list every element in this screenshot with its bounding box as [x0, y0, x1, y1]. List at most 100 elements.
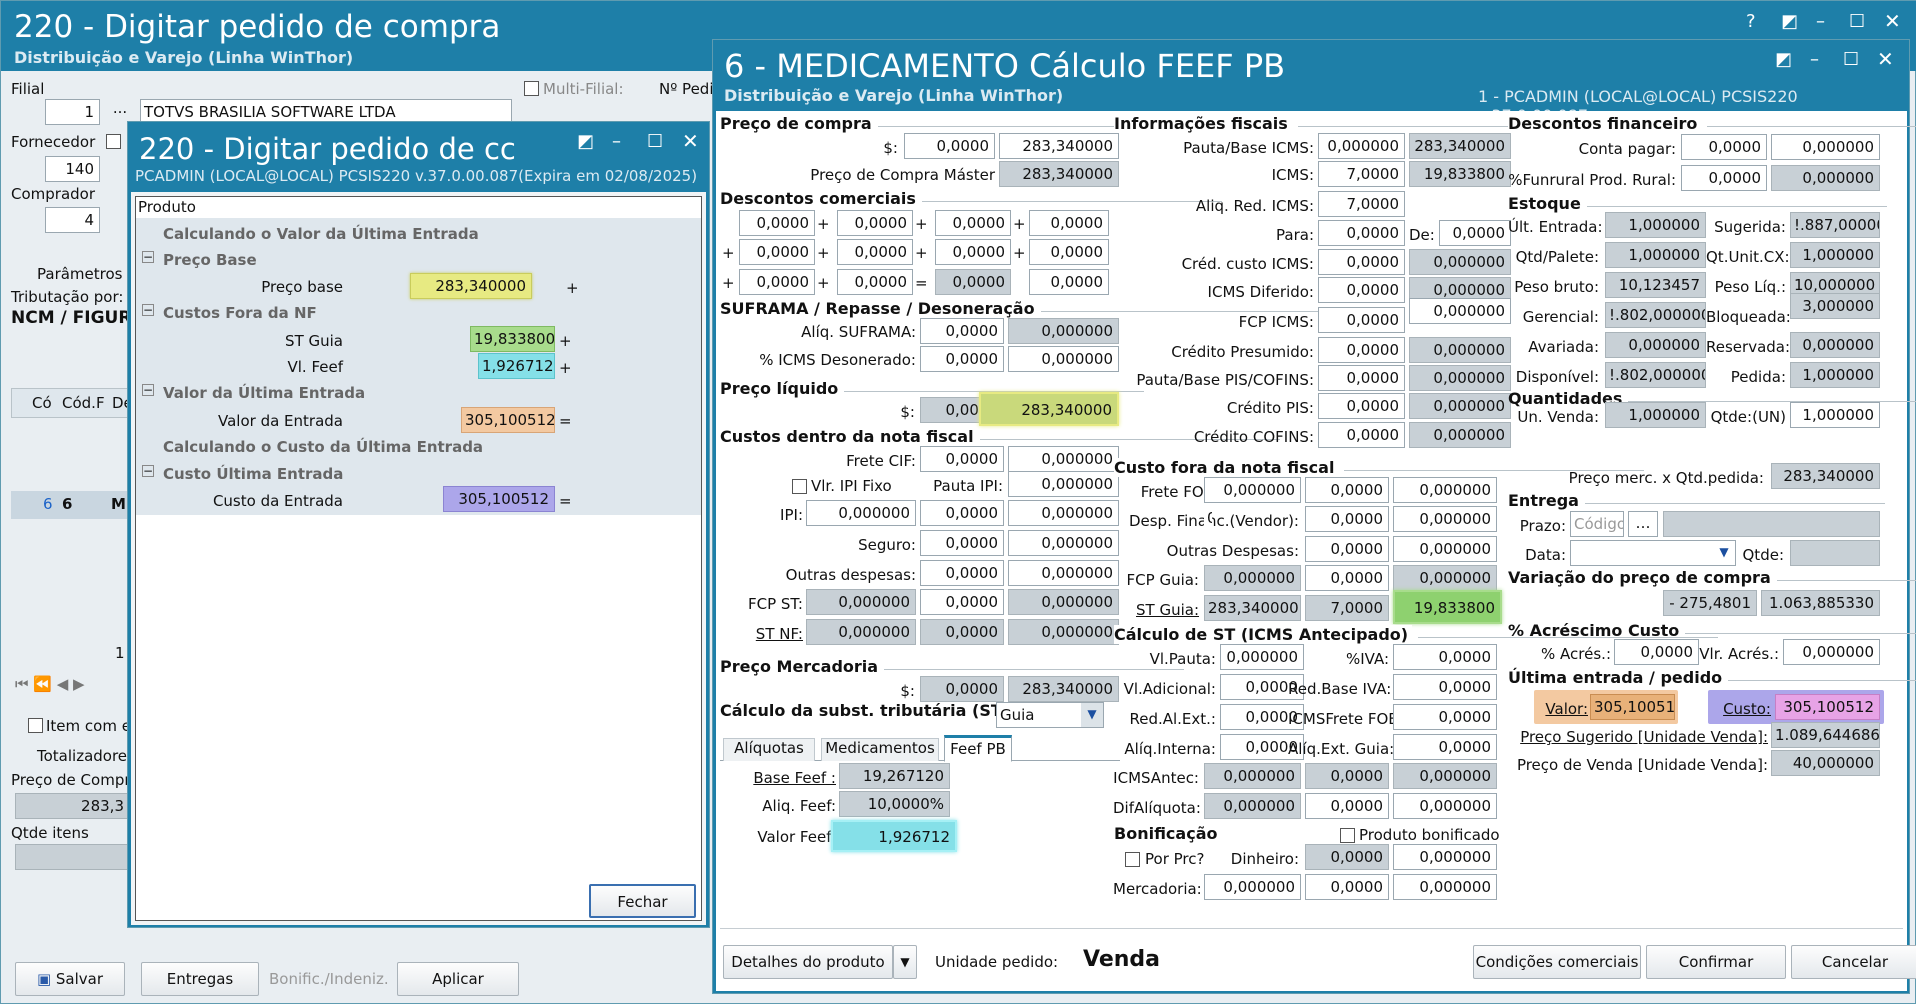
fornecedor-checkbox[interactable]: [106, 134, 121, 149]
red-base-iva-value[interactable]: 0,0000: [1393, 674, 1497, 700]
aliq-ext-guia-value[interactable]: 0,0000: [1393, 734, 1497, 760]
pauta-ipi-value[interactable]: 0,000000: [1008, 471, 1119, 497]
detalhes-dropdown-button[interactable]: ▼: [893, 945, 917, 979]
conta-pagar-2[interactable]: 0,000000: [1771, 134, 1880, 160]
icms-frete-fob-value[interactable]: 0,0000: [1393, 704, 1497, 730]
vlr-acres-value[interactable]: 0,000000: [1783, 639, 1880, 665]
help-icon[interactable]: ?: [1746, 11, 1756, 32]
mercadoria-1[interactable]: 0,000000: [1204, 874, 1301, 900]
collapse-icon[interactable]: −: [142, 251, 154, 263]
frete-fob-2[interactable]: 0,0000: [1305, 477, 1389, 503]
comprador-code[interactable]: 4: [45, 207, 100, 233]
chevron-down-icon[interactable]: ▼: [1081, 703, 1103, 727]
seguro-1[interactable]: 0,0000: [920, 530, 1004, 556]
popup-minimize-icon[interactable]: –: [612, 131, 621, 152]
fcp-guia-2[interactable]: 0,0000: [1305, 565, 1389, 591]
desc-2-2[interactable]: 0,0000: [837, 239, 913, 265]
ultima-custo-label[interactable]: Custo:: [1713, 700, 1771, 718]
cancelar-button[interactable]: Cancelar: [1791, 945, 1916, 979]
dialog-minimize-icon[interactable]: –: [1810, 49, 1819, 70]
st-nf-label[interactable]: ST NF:: [733, 625, 803, 643]
aplicar-button[interactable]: Aplicar: [397, 962, 519, 996]
multi-filial-checkbox[interactable]: [524, 81, 539, 96]
prazo-search-button[interactable]: …: [1628, 511, 1658, 537]
vl-pauta-value[interactable]: 0,000000: [1220, 644, 1304, 670]
desc-3-2[interactable]: 0,0000: [837, 269, 913, 295]
bonific-button[interactable]: Bonific./Indeniz.: [269, 970, 389, 988]
popup-maximize-icon[interactable]: ☐: [647, 131, 663, 152]
desp-financ-2[interactable]: 0,0000: [1305, 506, 1389, 532]
tab-medicamentos[interactable]: Medicamentos: [821, 738, 939, 761]
icms-1[interactable]: 7,0000: [1318, 161, 1405, 187]
confirmar-button[interactable]: Confirmar: [1646, 945, 1786, 979]
st-guia-label[interactable]: ST Guia:: [1113, 601, 1199, 619]
desc-2-1[interactable]: 0,0000: [739, 239, 815, 265]
dialog-close-icon[interactable]: ✕: [1877, 47, 1894, 71]
aliq-red-icms-value[interactable]: 7,0000: [1318, 191, 1405, 217]
tab-parametros[interactable]: Parâmetros: [37, 265, 122, 283]
outras-despesas-fora-2[interactable]: 0,000000: [1393, 536, 1497, 562]
desp-financ-3[interactable]: 0,000000: [1393, 506, 1497, 532]
condicoes-comerciais-button[interactable]: Condições comerciais: [1473, 945, 1641, 979]
popup-edit-icon[interactable]: ◩: [577, 131, 594, 152]
item-com-checkbox[interactable]: [28, 718, 43, 733]
conta-pagar-1[interactable]: 0,0000: [1681, 134, 1767, 160]
funrural-1[interactable]: 0,0000: [1681, 165, 1767, 191]
fornecedor-code[interactable]: 140: [45, 156, 100, 182]
frete-fob-1[interactable]: 0,000000: [1204, 477, 1301, 503]
de-value[interactable]: 0,0000: [1439, 220, 1511, 246]
entregas-button[interactable]: Entregas: [141, 962, 259, 996]
pager-controls[interactable]: ⏮ ⏪ ◀ ▶: [15, 675, 85, 693]
outras-despesas-2[interactable]: 0,000000: [1008, 560, 1119, 586]
mercadoria-3[interactable]: 0,000000: [1393, 874, 1497, 900]
frete-cif-1[interactable]: 0,0000: [920, 446, 1004, 472]
para-value[interactable]: 0,0000: [1318, 220, 1405, 246]
frete-cif-2[interactable]: 0,000000: [1008, 446, 1119, 472]
cred-presumido-1[interactable]: 0,0000: [1318, 337, 1405, 363]
dialog-maximize-icon[interactable]: ☐: [1843, 49, 1859, 70]
desc-1-1[interactable]: 0,0000: [739, 210, 815, 236]
tab-totalizadores[interactable]: Totalizadore: [37, 747, 127, 765]
tab-feef-pb[interactable]: Feef PB: [944, 735, 1012, 762]
base-feef-label[interactable]: Base Feef :: [733, 769, 836, 787]
desc-2-4[interactable]: 0,0000: [1029, 239, 1109, 265]
fcp-st-2[interactable]: 0,0000: [920, 589, 1004, 615]
difaliquota-3[interactable]: 0,000000: [1393, 793, 1497, 819]
ipi-1[interactable]: 0,000000: [806, 500, 916, 526]
collapse-icon[interactable]: −: [142, 304, 154, 316]
desc-1-3[interactable]: 0,0000: [935, 210, 1011, 236]
icms-desonerado-2[interactable]: 0,000000: [1008, 346, 1119, 372]
save-button[interactable]: ▣ Salvar: [15, 962, 125, 996]
pis-cofins-1[interactable]: 0,0000: [1318, 365, 1405, 391]
cred-pis-1[interactable]: 0,0000: [1318, 393, 1405, 419]
edit-icon[interactable]: ◩: [1781, 11, 1798, 32]
dialog-edit-icon[interactable]: ◩: [1775, 49, 1792, 70]
preco-compra-v2[interactable]: 283,340000: [999, 133, 1119, 159]
minimize-icon[interactable]: –: [1816, 11, 1825, 32]
filial-code[interactable]: 1: [45, 99, 100, 125]
acres-value[interactable]: 0,0000: [1614, 639, 1699, 665]
fcp-icms-value[interactable]: 0,0000: [1318, 307, 1405, 333]
ultima-valor-label[interactable]: Valor:: [1538, 700, 1588, 718]
desp-financ-1[interactable]: 0,000000: [1204, 506, 1212, 532]
cred-custo-icms-1[interactable]: 0,0000: [1318, 249, 1405, 275]
icms-desonerado-1[interactable]: 0,0000: [920, 346, 1004, 372]
frete-fob-3[interactable]: 0,000000: [1393, 477, 1497, 503]
iva-value[interactable]: 0,0000: [1393, 644, 1497, 670]
difaliquota-2[interactable]: 0,0000: [1305, 793, 1389, 819]
cred-cofins-1[interactable]: 0,0000: [1318, 422, 1405, 448]
ipi-2[interactable]: 0,0000: [920, 500, 1004, 526]
desc-2-3[interactable]: 0,0000: [935, 239, 1011, 265]
dinheiro-2[interactable]: 0,000000: [1393, 844, 1497, 870]
por-prc-checkbox[interactable]: [1125, 852, 1140, 867]
close-icon[interactable]: ✕: [1884, 9, 1901, 33]
data-input[interactable]: ▼: [1570, 540, 1736, 566]
preco-sugerido-label[interactable]: Preço Sugerido [Unidade Venda]:: [1508, 728, 1768, 746]
fcp-icms-extra[interactable]: 0,000000: [1409, 298, 1511, 324]
detalhes-produto-button[interactable]: Detalhes do produto: [723, 945, 893, 979]
collapse-icon[interactable]: −: [142, 465, 154, 477]
desc-1-4[interactable]: 0,0000: [1029, 210, 1109, 236]
qtde-un-value[interactable]: 1,000000: [1790, 402, 1880, 428]
maximize-icon[interactable]: ☐: [1849, 11, 1865, 32]
calc-st-select[interactable]: Guia ▼: [996, 702, 1104, 728]
